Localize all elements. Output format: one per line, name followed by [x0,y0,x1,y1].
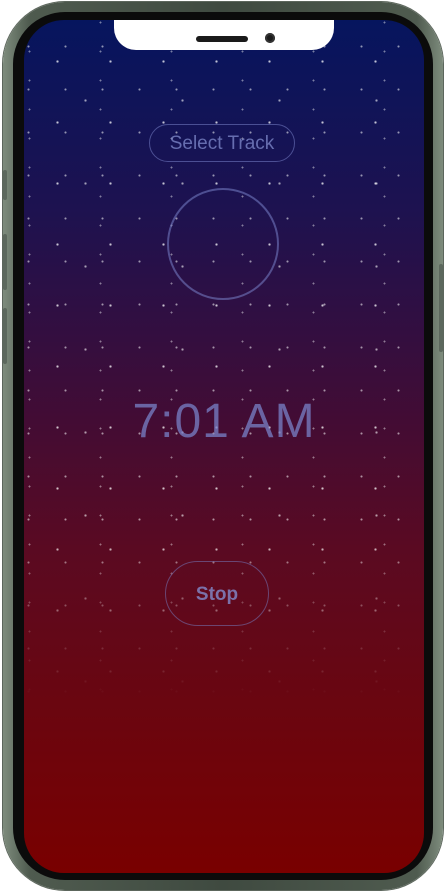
track-artwork-circle[interactable] [167,188,279,300]
phone-mockup: Select Track 7:01 AM Stop [0,0,448,894]
power-button [439,264,443,352]
silent-switch [3,170,7,200]
alarm-screen: Select Track 7:01 AM Stop [24,20,424,873]
alarm-time: 7:01 AM [132,395,316,448]
volume-up-button [3,234,7,290]
volume-down-button [3,308,7,364]
speaker-grille [196,36,248,42]
notch [114,20,334,50]
select-track-button[interactable]: Select Track [149,124,295,162]
stop-button[interactable]: Stop [165,561,269,626]
front-camera-icon [265,33,275,43]
